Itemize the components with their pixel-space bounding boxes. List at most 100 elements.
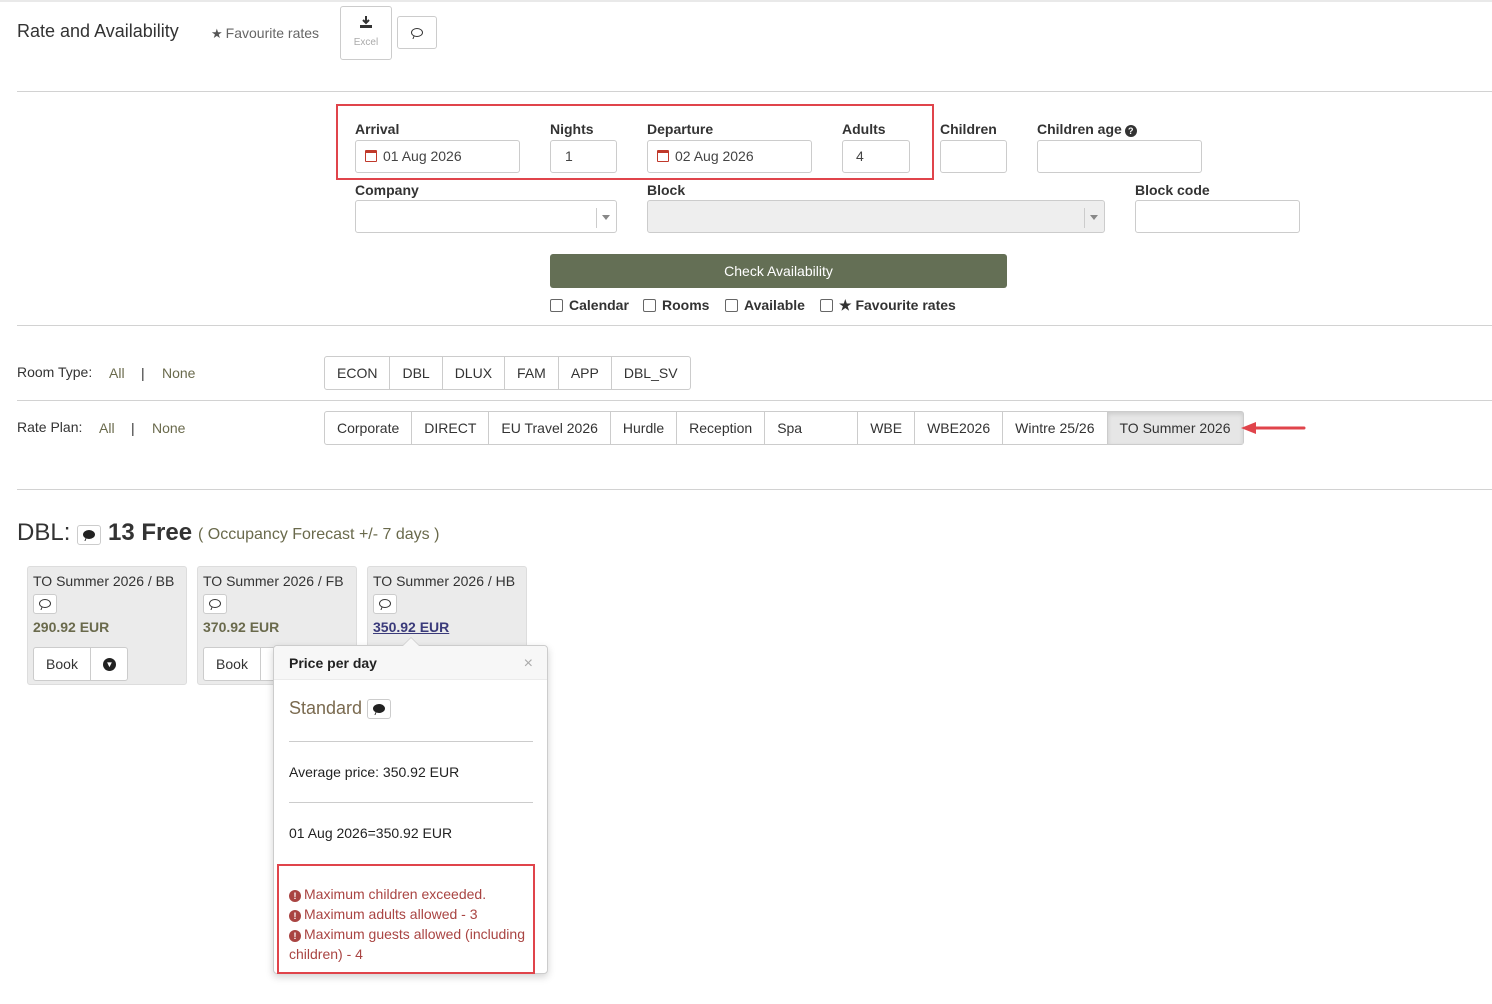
favourite-rates-link[interactable]: ★ Favourite rates <box>211 25 319 42</box>
rate-price-link[interactable]: 350.92 EUR <box>373 619 449 635</box>
room-comment-button[interactable] <box>77 525 101 545</box>
checkbox-box[interactable] <box>725 299 738 312</box>
separator: | <box>141 365 145 381</box>
rate-card-bb: TO Summer 2026 / BB 290.92 EUR Book ▼ <box>27 566 187 685</box>
children-input[interactable] <box>940 140 1007 173</box>
exclamation-circle-icon: ! <box>289 910 301 922</box>
top-border <box>0 0 1492 2</box>
calendar-checkbox[interactable]: Calendar <box>550 297 629 313</box>
rate-plan-wbe2026[interactable]: WBE2026 <box>915 412 1004 444</box>
nights-label: Nights <box>550 121 594 137</box>
departure-date-input[interactable]: 02 Aug 2026 <box>647 140 812 173</box>
error-message-continued: children) - 4 <box>289 946 363 962</box>
star-icon: ★ <box>839 297 856 313</box>
block-select[interactable] <box>647 200 1105 233</box>
rate-plan-none-link[interactable]: None <box>152 420 185 436</box>
calendar-checkbox-label: Calendar <box>569 297 629 313</box>
company-label: Company <box>355 182 419 198</box>
room-type-app[interactable]: APP <box>559 357 612 389</box>
children-age-input[interactable] <box>1037 140 1202 173</box>
book-button[interactable]: Book <box>34 648 91 680</box>
arrival-date-input[interactable]: 01 Aug 2026 <box>355 140 520 173</box>
star-icon: ★ <box>211 26 223 41</box>
comment-icon <box>373 704 385 713</box>
help-icon[interactable]: ? <box>1124 125 1137 137</box>
room-type-none-link[interactable]: None <box>162 365 195 381</box>
room-type-dbl-sv[interactable]: DBL_SV <box>612 357 690 389</box>
block-code-input[interactable] <box>1135 200 1300 233</box>
book-dropdown-toggle[interactable]: ▼ <box>91 648 127 680</box>
room-type-fam[interactable]: FAM <box>505 357 559 389</box>
comment-icon <box>411 28 423 37</box>
children-label: Children <box>940 121 997 137</box>
rate-comment-button[interactable] <box>203 594 227 614</box>
children-age-label: Children age? <box>1037 121 1137 137</box>
error-text: Maximum guests allowed (including <box>304 926 525 942</box>
error-text: Maximum adults allowed - 3 <box>304 906 478 922</box>
checkbox-box[interactable] <box>820 299 833 312</box>
calendar-icon <box>365 150 377 162</box>
excel-export-button[interactable]: Excel <box>340 6 392 60</box>
rate-plan-reception[interactable]: Reception <box>677 412 766 444</box>
price-per-day-popover: Price per day × Standard Average price: … <box>273 637 548 974</box>
book-button[interactable]: Book <box>204 648 261 680</box>
rate-plan-all-link[interactable]: All <box>99 420 115 436</box>
favourite-checkbox-label: Favourite rates <box>855 297 956 313</box>
rate-card-title: TO Summer 2026 / FB <box>203 573 344 589</box>
exclamation-circle-icon: ! <box>289 930 301 942</box>
rate-plan-corporate[interactable]: Corporate <box>325 412 413 444</box>
adults-input[interactable]: 4 <box>842 140 910 173</box>
free-count: 13 Free <box>108 519 193 546</box>
rate-plan-to-summer-2026[interactable]: TO Summer 2026 <box>1107 412 1243 444</box>
company-select[interactable] <box>355 200 617 233</box>
rate-card-title: TO Summer 2026 / HB <box>373 573 516 589</box>
nights-input[interactable]: 1 <box>550 140 617 173</box>
check-availability-button[interactable]: Check Availability <box>550 254 1007 288</box>
available-checkbox[interactable]: Available <box>725 297 805 313</box>
departure-value: 02 Aug 2026 <box>675 148 754 164</box>
room-type-heading: DBL: <box>17 519 71 546</box>
rate-plan-wintre-25-26[interactable]: Wintre 25/26 <box>1003 412 1108 444</box>
rate-comment-button[interactable] <box>373 594 397 614</box>
favourite-rates-checkbox[interactable]: ★ Favourite rates <box>820 297 956 314</box>
select-separator <box>1084 208 1085 228</box>
checkbox-box[interactable] <box>550 299 563 312</box>
arrival-label: Arrival <box>355 121 400 137</box>
popover-arrow <box>402 637 420 646</box>
daily-price: 01 Aug 2026=350.92 EUR <box>289 825 453 841</box>
rooms-checkbox-label: Rooms <box>662 297 710 313</box>
rooms-checkbox[interactable]: Rooms <box>643 297 709 313</box>
room-type-econ[interactable]: ECON <box>325 357 391 389</box>
rate-plan-direct[interactable]: DIRECT <box>412 412 490 444</box>
room-type-dlux[interactable]: DLUX <box>443 357 506 389</box>
divider <box>17 400 1492 401</box>
calendar-icon <box>657 150 669 162</box>
select-separator <box>596 208 597 228</box>
popover-header: Price per day × <box>274 646 547 680</box>
favourite-rates-label: Favourite rates <box>225 25 320 41</box>
room-type-dbl[interactable]: DBL <box>390 357 443 389</box>
divider <box>17 325 1492 326</box>
page-title: Rate and Availability <box>17 21 179 41</box>
close-icon[interactable]: × <box>524 655 533 673</box>
book-button-group: Book ▼ <box>33 647 128 681</box>
annotation-arrow-icon <box>1241 422 1306 434</box>
rate-name: Standard <box>289 698 363 718</box>
divider <box>17 489 1492 490</box>
rate-plan-wbe[interactable]: WBE <box>858 412 916 444</box>
adults-label: Adults <box>842 121 886 137</box>
checkbox-box[interactable] <box>643 299 656 312</box>
dropdown-arrow-icon <box>1090 215 1098 220</box>
rate-comment-button[interactable] <box>33 594 57 614</box>
arrival-value: 01 Aug 2026 <box>383 148 462 164</box>
room-type-all-link[interactable]: All <box>109 365 125 381</box>
rate-plan-spa[interactable]: Spa <box>765 412 859 444</box>
rate-plan-eu-travel-2026[interactable]: EU Travel 2026 <box>489 412 611 444</box>
popover-title: Price per day <box>289 655 377 671</box>
rate-plan-hurdle[interactable]: Hurdle <box>611 412 678 444</box>
rate-plan-button-group: Corporate DIRECT EU Travel 2026 Hurdle R… <box>324 411 1244 445</box>
rate-comment-button[interactable] <box>367 699 391 719</box>
occupancy-forecast-link[interactable]: ( Occupancy Forecast +/- 7 days ) <box>198 526 439 544</box>
block-code-label: Block code <box>1135 182 1210 198</box>
comment-button[interactable] <box>397 16 437 49</box>
